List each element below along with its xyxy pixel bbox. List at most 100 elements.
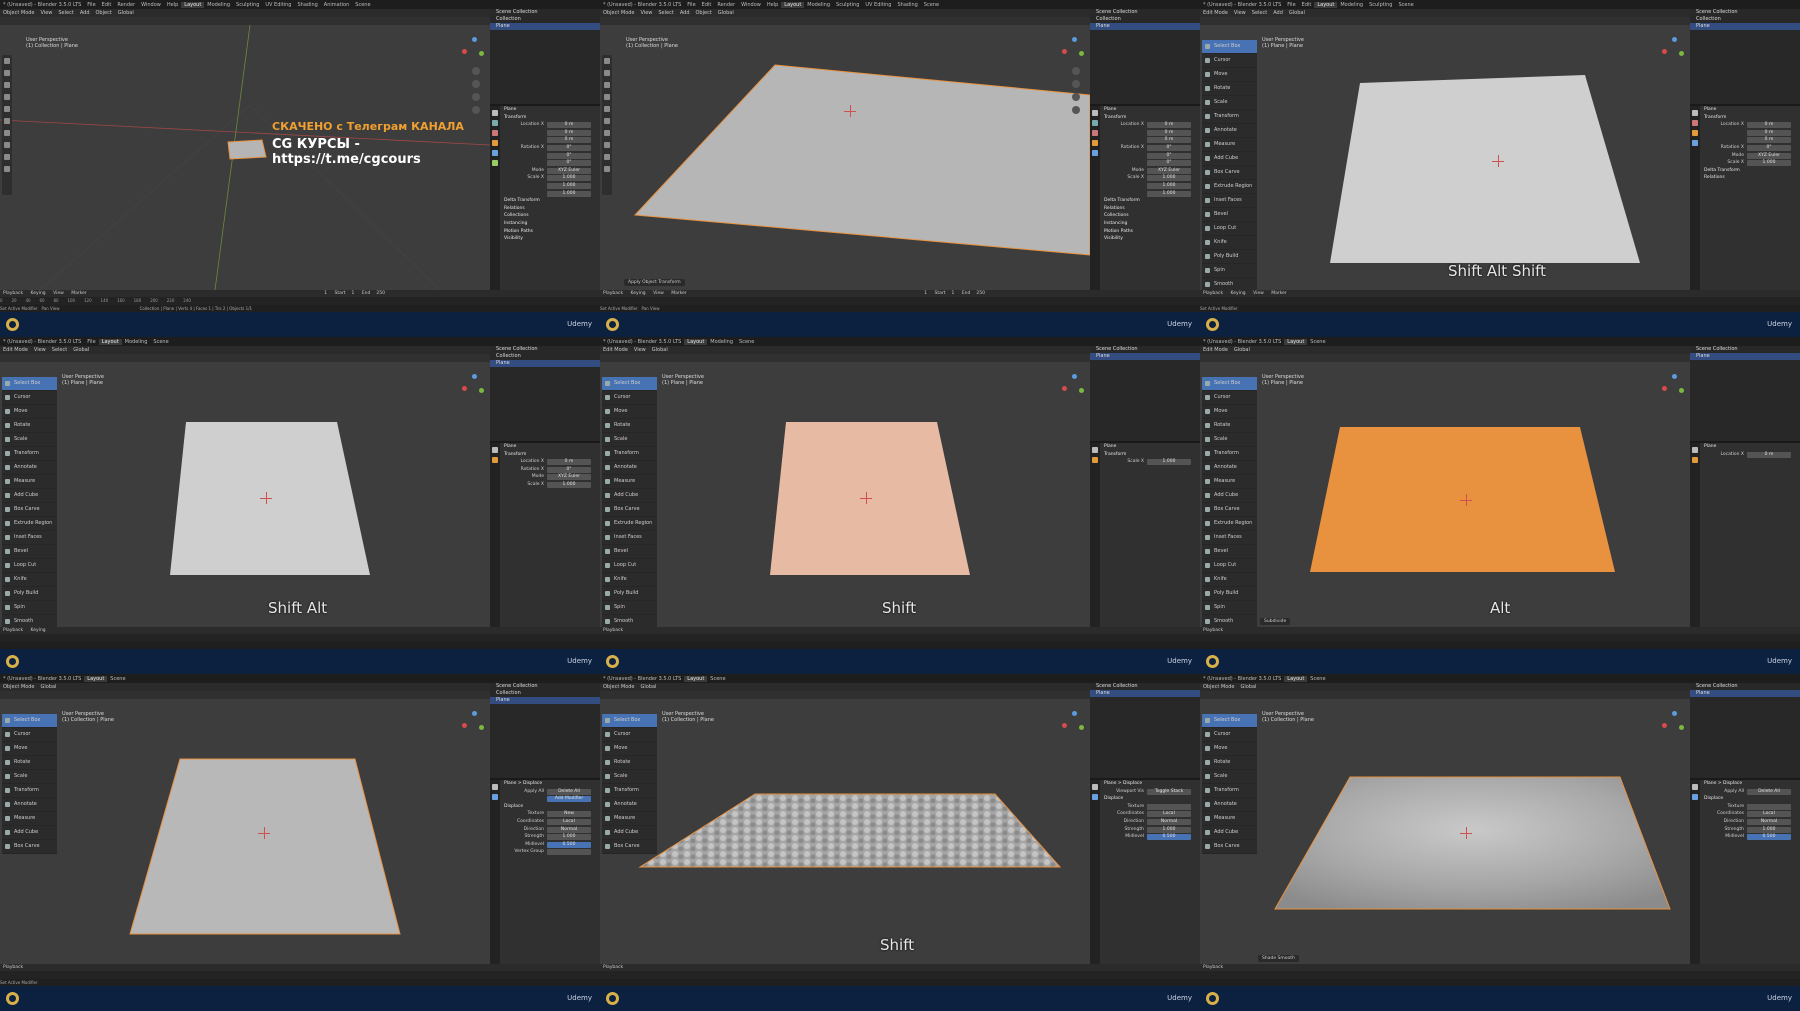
midlevel-field[interactable]: 0.500 (1147, 834, 1191, 841)
tool-add-cube[interactable]: Add Cube (1202, 489, 1257, 503)
delete-all-button[interactable]: Delete All (1747, 788, 1791, 795)
tool-add-cube[interactable]: Add Cube (1202, 152, 1257, 166)
tool-annotate[interactable]: Annotate (602, 798, 657, 812)
outliner[interactable]: Scene Collection Collection Plane (490, 9, 600, 106)
tool-select-box[interactable]: Select Box (1202, 377, 1257, 391)
vertex-group-field[interactable] (547, 849, 591, 856)
menu-help[interactable]: Help (764, 2, 781, 8)
relations-section[interactable]: Relations (500, 205, 600, 213)
delta-transform-section[interactable]: Delta Transform (1700, 167, 1800, 175)
scene-selector[interactable]: Scene (1395, 2, 1416, 8)
transform-section[interactable]: Transform (1100, 114, 1200, 122)
tool-extrude-region[interactable]: Extrude Region (1202, 517, 1257, 531)
location-y-field[interactable]: 0 m (547, 129, 591, 136)
outliner[interactable]: Scene Collection Collection Plane (490, 683, 600, 780)
tool-measure[interactable]: Measure (602, 475, 657, 489)
scene-selector[interactable]: Scene (921, 2, 942, 8)
properties-tabs[interactable] (1090, 106, 1100, 290)
tool-bevel[interactable]: Bevel (2, 545, 57, 559)
outliner-plane[interactable]: Plane (490, 23, 600, 30)
tool-select-box[interactable]: Select Box (2, 377, 57, 391)
tool-inset-faces[interactable]: Inset Faces (602, 531, 657, 545)
tab-layout[interactable]: Layout (684, 675, 708, 682)
tool-add-cube[interactable]: Add Cube (602, 489, 657, 503)
location-x-field[interactable]: 0 m (1747, 122, 1791, 129)
mode-dropdown[interactable]: Edit Mode (0, 347, 31, 353)
tool-knife[interactable]: Knife (1202, 573, 1257, 587)
navigation-gizmo[interactable] (1662, 37, 1686, 61)
tab-sculpting[interactable]: Sculpting (833, 2, 862, 8)
outliner-collection[interactable]: Collection (490, 16, 600, 23)
direction-dropdown[interactable]: Normal (1747, 818, 1791, 825)
tool-select-box[interactable]: Select Box (602, 714, 657, 728)
rotation-mode-field[interactable]: XYZ Euler (547, 167, 591, 174)
playback-menu[interactable]: Playback (0, 291, 26, 296)
object-name[interactable]: Plane (500, 443, 600, 451)
outliner-plane[interactable]: Plane (1090, 690, 1200, 697)
3d-viewport[interactable]: Select Box Cursor Move Rotate Scale Tran… (1200, 699, 1690, 964)
delta-transform-section[interactable]: Delta Transform (1100, 197, 1200, 205)
playback-menu[interactable]: Playback (1200, 965, 1226, 970)
tool-inset-faces[interactable]: Inset Faces (1202, 194, 1257, 208)
orientation-dropdown[interactable]: Global (1231, 347, 1253, 353)
outliner-collection[interactable]: Collection (490, 690, 600, 697)
orientation-dropdown[interactable]: Global (649, 347, 671, 353)
tool-poly-build[interactable]: Poly Build (2, 587, 57, 601)
outliner-scene-collection[interactable]: Scene Collection (1690, 346, 1800, 353)
outliner-plane[interactable]: Plane (1690, 353, 1800, 360)
tool-annotate[interactable]: Annotate (1202, 461, 1257, 475)
location-y-field[interactable]: 0 m (1147, 129, 1191, 136)
tool-rotate[interactable]: Rotate (602, 756, 657, 770)
outliner[interactable]: Scene Collection Plane (1090, 683, 1200, 780)
rotation-mode-field[interactable]: XYZ Euler (1747, 152, 1791, 159)
playback-menu[interactable]: Playback (0, 965, 26, 970)
marker-menu[interactable]: Marker (68, 291, 90, 296)
outliner-plane[interactable]: Plane (1690, 690, 1800, 697)
timeline-ruler[interactable] (0, 971, 600, 979)
tool-measure[interactable]: Measure (2, 475, 57, 489)
keying-menu[interactable]: Keying (628, 291, 649, 296)
displace-modifier-header[interactable]: Displace (500, 803, 600, 811)
tab-modeling[interactable]: Modeling (804, 2, 833, 8)
playback-menu[interactable]: Playback (600, 965, 626, 970)
subdivide-hint[interactable]: Subdivide (1260, 618, 1291, 625)
outliner-collection[interactable]: Collection (490, 353, 600, 360)
mode-dropdown[interactable]: Object Mode (600, 684, 638, 690)
tool-bevel[interactable]: Bevel (1202, 208, 1257, 222)
navigation-gizmo[interactable] (462, 711, 486, 735)
tool-panel[interactable]: Select Box Cursor Move Rotate Scale Tran… (2, 377, 57, 627)
keying-menu[interactable]: Keying (1228, 291, 1249, 296)
tool-transform[interactable]: Transform (602, 784, 657, 798)
rotation-x-field[interactable]: 0° (1747, 144, 1791, 151)
strength-field[interactable]: 1.000 (547, 834, 591, 841)
outliner-scene-collection[interactable]: Scene Collection (490, 9, 600, 16)
apply-transform-hint[interactable]: Apply Object Transform (624, 279, 685, 286)
coordinates-dropdown[interactable]: Local (547, 818, 591, 825)
menu-add[interactable]: Add (77, 10, 93, 16)
tab-shading[interactable]: Shading (894, 2, 920, 8)
playback-menu[interactable]: Playback (1200, 628, 1226, 633)
shade-smooth-hint[interactable]: Shade Smooth (1258, 955, 1299, 962)
tool-scale[interactable]: Scale (602, 433, 657, 447)
current-frame[interactable]: 1 (321, 291, 330, 296)
outliner-collection[interactable]: Collection (1690, 16, 1800, 23)
tool-cursor[interactable]: Cursor (1202, 54, 1257, 68)
tab-layout[interactable]: Layout (1284, 675, 1308, 682)
navigation-gizmo[interactable] (462, 37, 486, 61)
menu-view[interactable]: View (38, 10, 56, 16)
tool-spin[interactable]: Spin (1202, 264, 1257, 278)
menu-view[interactable]: View (638, 10, 656, 16)
scale-x-field[interactable]: 1.000 (1147, 175, 1191, 182)
tool-rotate[interactable]: Rotate (2, 419, 57, 433)
menu-object[interactable]: Object (693, 10, 715, 16)
navigation-gizmo[interactable] (1662, 374, 1686, 398)
timeline-ruler[interactable] (1200, 971, 1800, 979)
tool-loop-cut[interactable]: Loop Cut (1202, 559, 1257, 573)
tool-smooth[interactable]: Smooth (602, 615, 657, 627)
tool-bevel[interactable]: Bevel (602, 545, 657, 559)
menu-edit[interactable]: Edit (699, 2, 715, 8)
displace-modifier-header[interactable]: Displace (1100, 795, 1200, 803)
tool-rotate[interactable]: Rotate (1202, 82, 1257, 96)
orientation-dropdown[interactable]: Global (1286, 10, 1308, 16)
tool-box-carve[interactable]: Box Carve (2, 840, 57, 854)
